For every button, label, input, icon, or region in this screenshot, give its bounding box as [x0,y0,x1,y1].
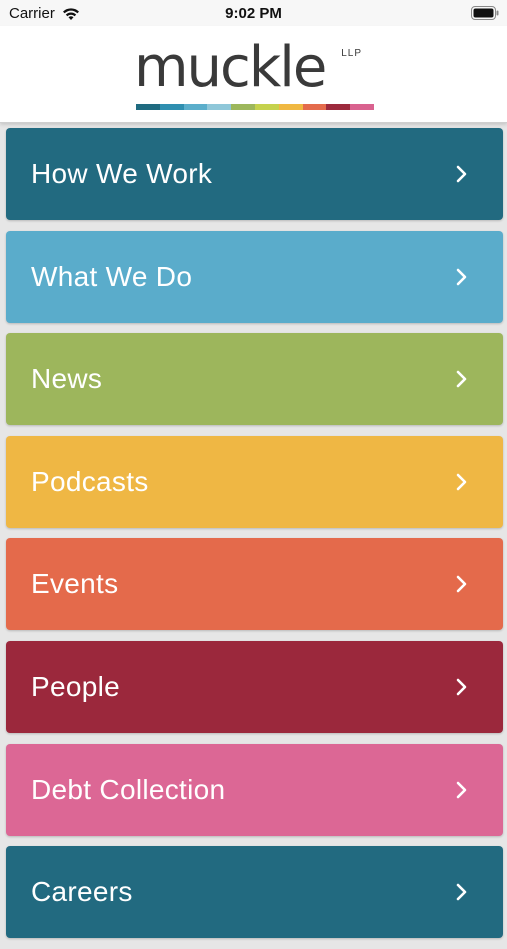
chevron-right-icon [456,883,467,901]
logo-stripe-segment [231,104,255,110]
main-menu: How We Work What We Do News Podcasts Events P… [6,128,503,949]
logo-stripe-segment [183,104,208,110]
menu-item-careers[interactable]: Careers [6,846,503,939]
logo-stripe-segment [326,104,351,110]
menu-item-label: News [31,363,103,395]
menu-item-events[interactable]: Events [6,538,503,631]
menu-item-label: What We Do [31,260,193,292]
logo-stripe-segment [207,104,232,110]
logo-stripe-segment [302,104,327,110]
logo-color-stripe [136,104,374,110]
logo-stripe-segment [278,104,303,110]
battery-icon [471,6,499,20]
logo-stripe-segment [254,104,279,110]
chevron-right-icon [456,370,467,388]
menu-item-label: How We Work [31,158,213,189]
logo-stripe-segment [350,104,374,110]
logo-stripe-segment [159,104,184,110]
menu-item-label: People [31,670,120,702]
chevron-right-icon [456,268,467,285]
app-header: muckle LLP [0,26,507,123]
chevron-right-icon [456,678,467,696]
menu-item-debt-collection[interactable]: Debt Collection [6,743,503,836]
menu-item-label: Debt Collection [31,773,226,805]
logo-wordmark: muckle [134,35,327,100]
status-time: 9:02 PM [225,5,282,22]
menu-item-podcasts[interactable]: Podcasts [6,435,503,528]
menu-item-label: Careers [31,876,133,908]
chevron-right-icon [456,781,467,798]
chevron-right-icon [456,473,467,491]
status-bar: Carrier 9:02 PM [0,0,507,26]
menu-item-label: Podcasts [31,465,149,497]
menu-item-label: Events [31,568,119,600]
chevron-right-icon [456,165,467,183]
menu-item-news[interactable]: News [6,333,503,426]
menu-item-what-we-do[interactable]: What We Do [6,230,503,323]
logo-stripe-segment [136,104,160,110]
menu-item-people[interactable]: People [6,640,503,733]
muckle-logo: muckle LLP [134,35,374,112]
chevron-right-icon [456,576,467,593]
logo-llp: LLP [341,48,362,59]
menu-item-how-we-work[interactable]: How We Work [6,128,503,220]
